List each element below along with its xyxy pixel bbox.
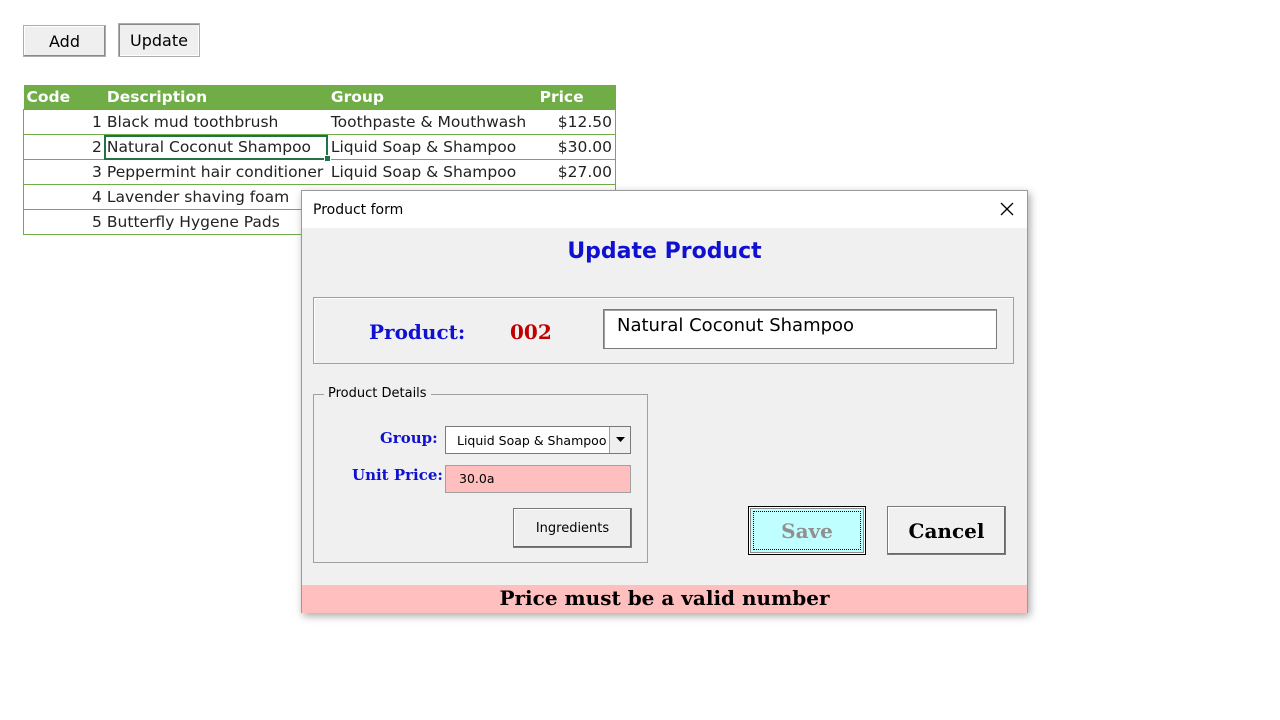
dialog-titlebar[interactable]: Product form (302, 191, 1027, 228)
dialog-title: Product form (313, 202, 404, 218)
product-code: 002 (510, 320, 552, 344)
cancel-button[interactable]: Cancel (887, 506, 1006, 555)
unit-price-label: Unit Price: (352, 466, 443, 484)
cell-group[interactable]: Liquid Soap & Shampoo (327, 159, 537, 185)
cell-code[interactable]: 1 (22, 109, 104, 135)
cell-price[interactable]: $30.00 (536, 134, 616, 160)
cell-code[interactable]: 2 (22, 134, 104, 160)
add-button[interactable]: Add (23, 25, 106, 57)
cell-price[interactable]: $27.00 (536, 159, 616, 185)
update-button[interactable]: Update (118, 23, 200, 57)
group-selected-value: Liquid Soap & Shampoo (457, 433, 607, 448)
save-button[interactable]: Save (748, 506, 866, 555)
product-frame: Product: 002 Natural Coconut Shampoo (313, 297, 1014, 364)
cell-price[interactable]: $12.50 (536, 109, 616, 135)
unit-price-input[interactable]: 30.0a (445, 465, 631, 493)
chevron-down-icon[interactable] (609, 427, 630, 453)
validation-message: Price must be a valid number (302, 585, 1027, 613)
header-price[interactable]: Price (536, 85, 616, 110)
table-row: 3 Peppermint hair conditioner Liquid Soa… (22, 159, 616, 185)
cell-code[interactable]: 5 (22, 209, 104, 235)
product-label: Product: (369, 320, 466, 344)
close-icon[interactable] (995, 197, 1019, 221)
product-details-frame: Product Details Group: Liquid Soap & Sha… (313, 386, 648, 563)
dialog-heading: Update Product (567, 239, 762, 264)
header-description[interactable]: Description (103, 85, 328, 110)
cell-code[interactable]: 4 (22, 184, 104, 210)
cell-description-selected[interactable]: Natural Coconut Shampoo (103, 134, 331, 162)
table-header-row: Code Description Group Price (23, 85, 616, 110)
cell-code[interactable]: 3 (22, 159, 104, 185)
header-code[interactable]: Code (23, 85, 104, 110)
product-form-dialog: Product form Update Product Product: 002… (301, 190, 1028, 613)
cell-description[interactable]: Lavender shaving foam (103, 184, 328, 210)
cell-group[interactable]: Toothpaste & Mouthwash (327, 109, 537, 135)
cell-description[interactable]: Black mud toothbrush (103, 109, 328, 135)
ingredients-button[interactable]: Ingredients (513, 508, 632, 548)
cell-group[interactable]: Liquid Soap & Shampoo (327, 134, 537, 160)
save-button-label: Save (781, 518, 833, 543)
table-row: 1 Black mud toothbrush Toothpaste & Mout… (22, 109, 616, 135)
cell-description[interactable]: Butterfly Hygene Pads (103, 209, 328, 235)
group-label: Group: (380, 429, 438, 447)
header-group[interactable]: Group (327, 85, 537, 110)
cell-description[interactable]: Peppermint hair conditioner (103, 159, 328, 185)
product-name-input[interactable]: Natural Coconut Shampoo (603, 309, 997, 349)
group-combobox[interactable]: Liquid Soap & Shampoo (445, 426, 631, 454)
table-row: 2 Natural Coconut Shampoo Liquid Soap & … (22, 134, 616, 162)
product-details-legend: Product Details (324, 386, 431, 401)
